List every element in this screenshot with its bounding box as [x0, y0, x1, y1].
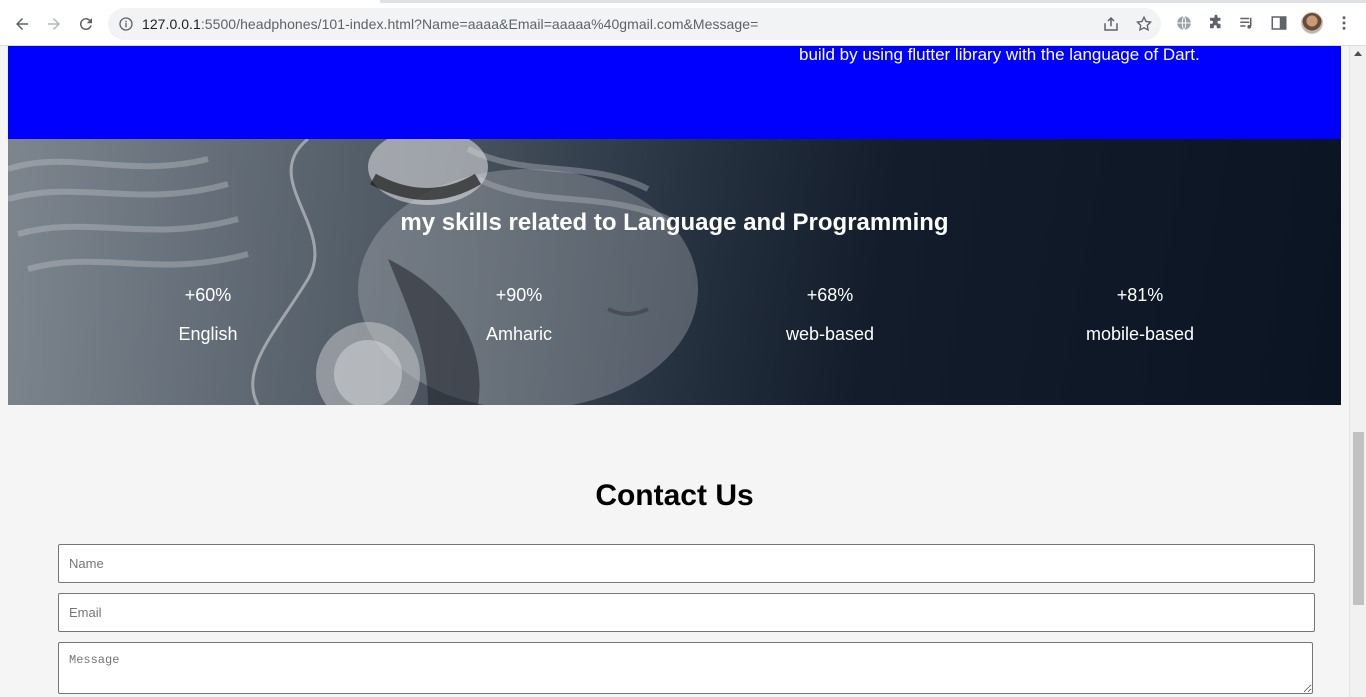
skill-percent: +81% — [1116, 285, 1164, 305]
puzzle-icon[interactable] — [1206, 13, 1226, 33]
url-host: 127.0.0.1 — [142, 16, 201, 32]
email-field[interactable] — [58, 593, 1315, 632]
skill-web-based: +68% web-based — [730, 284, 930, 345]
projects-section: build by using flutter library with the … — [8, 46, 1341, 139]
skill-percent: +68% — [806, 285, 854, 305]
skill-mobile-based: +81% mobile-based — [1040, 284, 1240, 345]
skills-title: my skills related to Language and Progra… — [400, 209, 949, 236]
skill-percent: +90% — [495, 285, 543, 305]
skill-percent: +60% — [184, 285, 232, 305]
name-field[interactable] — [58, 544, 1315, 583]
reload-icon[interactable] — [73, 11, 99, 37]
media-queue-icon[interactable] — [1237, 13, 1257, 33]
address-bar[interactable]: 127.0.0.1:5500/headphones/101-index.html… — [108, 8, 1161, 40]
skill-label: web-based — [785, 324, 875, 344]
scroll-thumb[interactable] — [1353, 432, 1364, 605]
browser-toolbar: 127.0.0.1:5500/headphones/101-index.html… — [0, 0, 1366, 46]
project-description-right: build by using flutter library with the … — [799, 46, 1200, 64]
skill-label: mobile-based — [1085, 324, 1195, 344]
tab-strip — [0, 0, 1366, 3]
message-field[interactable] — [58, 642, 1313, 694]
page-viewport: build by using flutter library with the … — [0, 46, 1366, 697]
skills-section: my skills related to Language and Progra… — [8, 139, 1341, 405]
skill-english: +60% English — [108, 284, 308, 345]
back-arrow-icon[interactable] — [9, 11, 35, 37]
skill-label: English — [178, 324, 238, 344]
globe-icon[interactable] — [1174, 13, 1194, 33]
more-vert-icon[interactable] — [1334, 13, 1354, 33]
share-icon[interactable] — [1102, 15, 1120, 33]
skill-amharic: +90% Amharic — [419, 284, 619, 345]
star-icon[interactable] — [1135, 15, 1153, 33]
url-path: :5500/headphones/101-index.html?Name=aaa… — [200, 16, 759, 32]
info-icon[interactable] — [118, 16, 134, 32]
side-panel-icon[interactable] — [1269, 13, 1289, 33]
active-tab[interactable] — [0, 0, 380, 3]
scroll-up-arrow-icon[interactable] — [1354, 51, 1362, 56]
page-scrollbar[interactable] — [1349, 46, 1366, 697]
page-body: build by using flutter library with the … — [8, 46, 1341, 697]
avatar[interactable] — [1301, 12, 1323, 34]
forward-arrow-icon[interactable] — [41, 11, 67, 37]
contact-title: Contact Us — [595, 479, 754, 512]
headphones-background-image — [8, 139, 768, 405]
skill-label: Amharic — [485, 324, 552, 344]
url-text[interactable]: 127.0.0.1:5500/headphones/101-index.html… — [142, 16, 758, 32]
